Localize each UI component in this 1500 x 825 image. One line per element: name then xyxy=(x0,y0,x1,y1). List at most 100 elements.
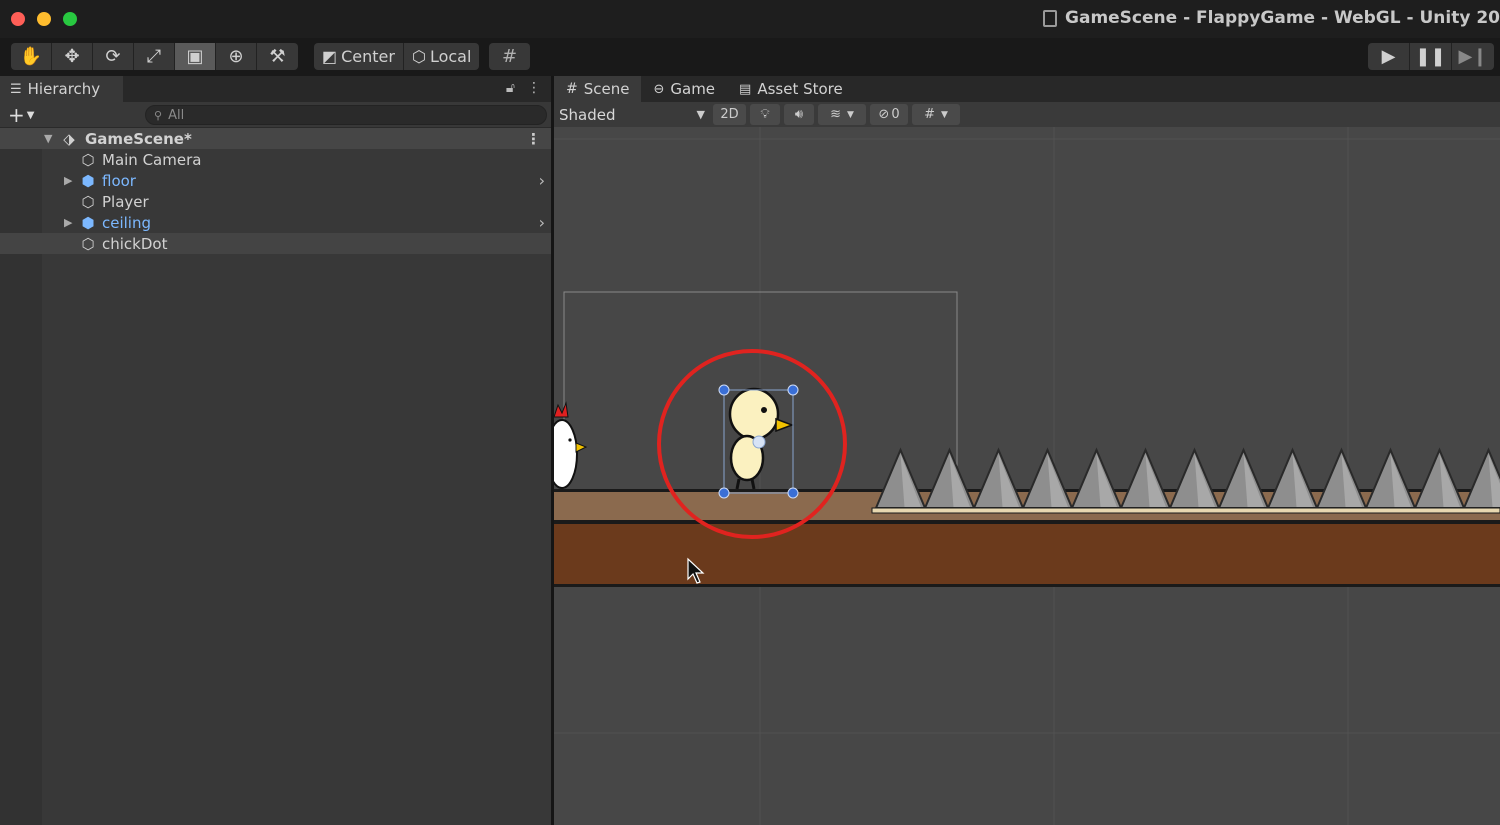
play-icon: ▶ xyxy=(1381,46,1396,67)
rect-tool-icon: ▣ xyxy=(186,46,204,67)
hen-sprite[interactable] xyxy=(554,401,588,489)
scene-canvas[interactable] xyxy=(554,127,1500,825)
audio-toggle[interactable]: 🔊︎ xyxy=(784,104,814,125)
grid-icon: # xyxy=(566,81,578,97)
move-tool-button[interactable]: ✥ xyxy=(52,43,93,70)
resize-handle[interactable] xyxy=(787,487,799,499)
gameobject-icon: ⬡ xyxy=(81,150,95,169)
tab-asset-store-label: Asset Store xyxy=(757,80,843,98)
custom-tool-icon: ⚒ xyxy=(269,46,286,67)
step-button[interactable]: ▶❙ xyxy=(1452,43,1494,70)
chick-sprite[interactable] xyxy=(728,387,795,490)
rotate-tool-button[interactable]: ⟳ xyxy=(93,43,134,70)
hidden-count: 0 xyxy=(891,107,900,122)
hand-icon: ✋ xyxy=(19,46,43,67)
window-title: GameScene - FlappyGame - WebGL - Unity 2… xyxy=(1043,8,1500,28)
pause-icon: ❚❚ xyxy=(1415,46,1446,67)
tab-scene[interactable]: # Scene xyxy=(554,76,642,102)
prefab-icon: ⬢ xyxy=(81,213,95,232)
expand-arrow-icon[interactable]: ▼ xyxy=(44,132,52,145)
scene-viewport[interactable] xyxy=(554,127,1500,825)
hierarchy-search-input[interactable]: ⚲ All xyxy=(145,105,547,125)
play-controls: ▶ ❚❚ ▶❙ xyxy=(1368,43,1494,70)
shopping-bag-icon: ▤ xyxy=(739,81,752,97)
scene-grid xyxy=(554,127,1500,825)
list-icon: ☰ xyxy=(10,81,22,97)
custom-tool-button[interactable]: ⚒ xyxy=(257,43,298,70)
play-button[interactable]: ▶ xyxy=(1368,43,1410,70)
lock-icon[interactable]: 🔓︎ xyxy=(506,80,515,96)
chevron-right-icon[interactable]: › xyxy=(539,213,545,232)
list-item[interactable]: ⬡ Player xyxy=(0,191,551,212)
shading-mode-dropdown[interactable]: Shaded ▼ xyxy=(554,102,709,127)
rotate-icon: ⟳ xyxy=(105,46,121,67)
window-title-text: GameScene - FlappyGame - WebGL - Unity 2… xyxy=(1065,8,1500,28)
spikes-sprite[interactable] xyxy=(871,447,1500,514)
unity-document-icon xyxy=(1043,9,1058,27)
list-item-label: Player xyxy=(102,192,149,211)
rect-tool-button[interactable]: ▣ xyxy=(175,43,216,70)
scene-tab-bar: # Scene ⊖ Game ▤ Asset Store xyxy=(554,76,1500,102)
scene-menu-icon[interactable]: ⋮ xyxy=(526,130,541,148)
maximize-window-button[interactable] xyxy=(63,12,77,26)
title-bar: GameScene - FlappyGame - WebGL - Unity 2… xyxy=(0,0,1500,38)
pivot-local-button[interactable]: ⬡ Local xyxy=(404,43,479,70)
list-item-label: chickDot xyxy=(102,234,168,253)
list-item[interactable]: ⬡ chickDot xyxy=(0,233,551,254)
pause-button[interactable]: ❚❚ xyxy=(1410,43,1452,70)
scene-name: GameScene* xyxy=(85,129,192,148)
spike-base xyxy=(871,507,1500,514)
unity-scene-icon: ⬗ xyxy=(63,129,75,148)
list-item[interactable]: ⬡ Main Camera xyxy=(0,149,551,170)
scale-tool-button[interactable]: ⤢ xyxy=(134,43,175,70)
grid-snap-button[interactable]: # xyxy=(489,43,530,70)
grid-dropdown[interactable]: # ▼ xyxy=(912,104,960,125)
eye-slash-icon: ⊘ xyxy=(878,107,890,122)
scene-toolbar: Shaded ▼ 2D 💡︎ 🔊︎ ≋ ▼ ⊘ 0 # ▼ xyxy=(554,102,1500,127)
hand-tool-button[interactable]: ✋ xyxy=(11,43,52,70)
resize-handle[interactable] xyxy=(718,384,730,396)
close-window-button[interactable] xyxy=(11,12,25,26)
hidden-objects-toggle[interactable]: ⊘ 0 xyxy=(870,104,908,125)
scene-root-row[interactable]: ▼ ⬗ GameScene* ⋮ xyxy=(0,128,551,149)
transform-tool-button[interactable]: ⊕ xyxy=(216,43,257,70)
gameobject-icon: ⬡ xyxy=(81,234,95,253)
search-icon: ⚲ xyxy=(154,108,163,122)
grid-snap-icon: # xyxy=(501,46,518,67)
hierarchy-search-row: + ▼ ⚲ All xyxy=(0,102,551,128)
lighting-toggle[interactable]: 💡︎ xyxy=(750,104,780,125)
local-space-icon: ⬡ xyxy=(411,47,426,66)
tab-asset-store[interactable]: ▤ Asset Store xyxy=(727,76,855,102)
list-item[interactable]: ▶ ⬢ floor › xyxy=(0,170,551,191)
grid-snap-group: # xyxy=(489,43,530,70)
expand-arrow-icon[interactable]: ▶ xyxy=(64,216,72,229)
tab-hierarchy-label: Hierarchy xyxy=(27,80,101,98)
lightbulb-icon: 💡︎ xyxy=(760,107,770,122)
list-item[interactable]: ▶ ⬢ ceiling › xyxy=(0,212,551,233)
pivot-controls: ◩ Center ⬡ Local xyxy=(314,43,480,70)
tab-hierarchy[interactable]: ☰ Hierarchy xyxy=(0,76,123,102)
list-item-label: Main Camera xyxy=(102,150,202,169)
create-dropdown-button[interactable]: + ▼ xyxy=(8,103,34,127)
speaker-icon: 🔊︎ xyxy=(794,107,804,122)
mode-2d-button[interactable]: 2D xyxy=(713,104,746,125)
transform-tools: ✋ ✥ ⟳ ⤢ ▣ ⊕ ⚒ xyxy=(11,43,298,70)
chevron-right-icon[interactable]: › xyxy=(539,171,545,190)
resize-handle[interactable] xyxy=(718,487,730,499)
search-placeholder: All xyxy=(168,107,185,123)
gamepad-icon: ⊖ xyxy=(653,81,665,97)
expand-arrow-icon[interactable]: ▶ xyxy=(64,174,72,187)
resize-handle[interactable] xyxy=(787,384,799,396)
tab-game-label: Game xyxy=(670,80,716,98)
minimize-window-button[interactable] xyxy=(37,12,51,26)
tab-game[interactable]: ⊖ Game xyxy=(641,76,727,102)
effects-dropdown[interactable]: ≋ ▼ xyxy=(818,104,866,125)
chevron-down-icon: ▼ xyxy=(940,109,948,120)
chevron-down-icon: ▼ xyxy=(846,109,854,120)
layers-icon: ≋ xyxy=(830,107,841,122)
plus-icon: + xyxy=(8,103,25,127)
pivot-center-button[interactable]: ◩ Center xyxy=(314,43,404,70)
kebab-menu-icon[interactable]: ⋮ xyxy=(527,80,541,96)
hierarchy-tree: ▼ ⬗ GameScene* ⋮ ⬡ Main Camera ▶ ⬢ floor… xyxy=(0,128,551,254)
move-icon: ✥ xyxy=(64,46,80,67)
